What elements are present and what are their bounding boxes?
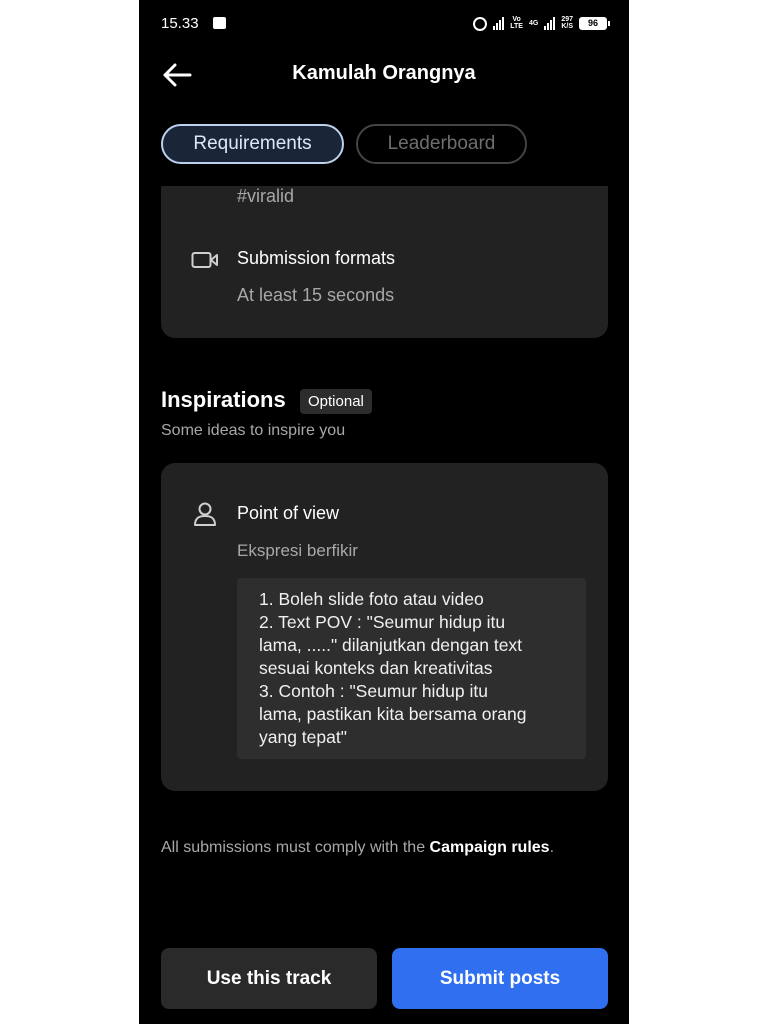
formats-value: At least 15 seconds — [237, 285, 395, 305]
inspirations-title: Inspirations — [161, 387, 286, 412]
battery-icon: 96 — [579, 16, 610, 30]
status-time: 15.33 — [161, 15, 199, 32]
pov-title: Point of view — [237, 503, 340, 523]
campaign-rules-link[interactable]: Campaign rules — [430, 839, 550, 856]
person-icon — [194, 502, 216, 526]
speed-unit: K/S — [561, 23, 573, 30]
video-camera-icon — [191, 252, 218, 268]
pov-line: yang tepat" — [259, 727, 347, 747]
requirements-card: #viralid Submission formats At least 15 … — [161, 186, 608, 338]
network-label-bottom: LTE — [510, 23, 523, 30]
pov-line: lama, ....." dilanjutkan dengan text — [259, 635, 523, 655]
speed-value: 297 — [561, 16, 573, 23]
signal-icon — [493, 16, 505, 30]
status-icons: Vo LTE 4G 297 K/S 96 — [471, 13, 610, 33]
submit-posts-button[interactable]: Submit posts — [392, 948, 608, 1009]
network-type: Vo LTE — [510, 16, 523, 30]
formats-title: Submission formats — [237, 248, 396, 268]
tab-requirements[interactable]: Requirements — [161, 124, 344, 164]
pov-line: 3. Contoh : "Seumur hidup itu — [259, 681, 488, 701]
app-screen: 15.33 Vo LTE 4G 297 K/S 96 Kamulah Orang… — [139, 0, 629, 1024]
rules-notice: All submissions must comply with the Cam… — [161, 839, 554, 857]
rules-suffix: . — [549, 839, 555, 856]
pov-line: sesuai konteks dan kreativitas — [259, 658, 493, 678]
network-4g-label: 4G — [528, 19, 539, 27]
signal-icon-2 — [544, 16, 556, 30]
status-bar: 15.33 Vo LTE 4G 297 K/S 96 — [139, 0, 629, 46]
inspirations-subtitle: Some ideas to inspire you — [161, 422, 346, 439]
speed-indicator: 297 K/S — [561, 16, 573, 30]
rules-prefix: All submissions must comply with the — [161, 839, 430, 856]
use-track-button[interactable]: Use this track — [161, 948, 377, 1009]
notification-icon — [213, 17, 226, 29]
network-label-top: Vo — [512, 16, 521, 23]
alarm-icon — [471, 15, 488, 31]
tab-leaderboard[interactable]: Leaderboard — [356, 124, 527, 164]
inspiration-card: Point of view Ekspresi berfikir 1. Boleh… — [161, 463, 608, 791]
pov-line: 2. Text POV : "Seumur hidup itu — [259, 612, 506, 632]
pov-subtitle: Ekspresi berfikir — [237, 541, 358, 560]
pov-line: lama, pastikan kita bersama orang — [259, 704, 527, 724]
pov-description: 1. Boleh slide foto atau video 2. Text P… — [237, 578, 586, 759]
hashtag-text: #viralid — [237, 186, 295, 206]
pov-line: 1. Boleh slide foto atau video — [259, 589, 484, 609]
optional-badge: Optional — [300, 389, 372, 414]
page-title: Kamulah Orangnya — [292, 62, 476, 84]
